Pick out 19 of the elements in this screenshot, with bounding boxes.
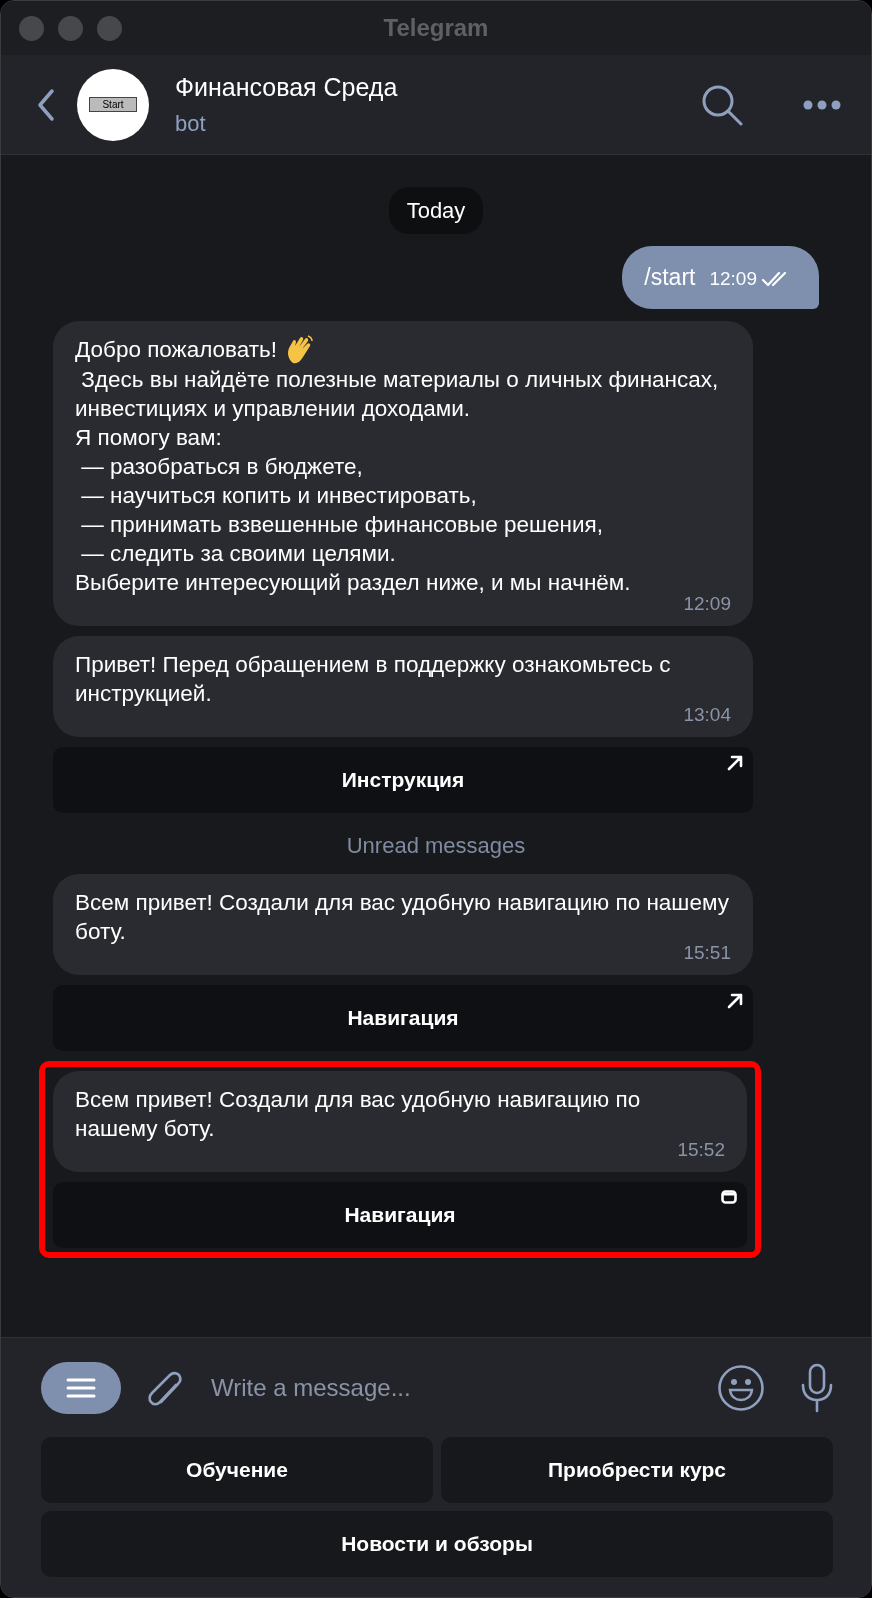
message-time: 13:04 bbox=[683, 702, 731, 727]
message-text: Привет! Перед обращением в поддержку ознакомьтесь с инструкцией. bbox=[75, 650, 672, 708]
inline-button[interactable]: Инструкция bbox=[53, 746, 753, 813]
message-time: 15:52 bbox=[677, 1137, 725, 1162]
inline-button[interactable]: Навигация bbox=[53, 1181, 747, 1248]
window-title: Telegram bbox=[383, 13, 489, 43]
date-badge: Today bbox=[388, 187, 484, 234]
message-text: Всем привет! Создали для вас удобную навигацию по нашему боту. bbox=[75, 1085, 642, 1143]
inline-button[interactable]: Навигация bbox=[53, 984, 753, 1051]
message-greeting: Добро пожаловать! bbox=[75, 336, 278, 364]
chat-title: Финансовая Среда bbox=[175, 72, 399, 104]
chat-subtitle: bot bbox=[175, 109, 207, 138]
avatar-label: Start bbox=[89, 97, 137, 112]
keyboard-button[interactable]: Новости и обзоры bbox=[41, 1511, 833, 1577]
message-text: /start bbox=[644, 263, 696, 292]
message-time: 12:09 bbox=[709, 267, 757, 291]
keyboard-button[interactable]: Обучение bbox=[41, 1437, 433, 1503]
unread-divider: Unread messages bbox=[346, 831, 526, 860]
keyboard-button[interactable]: Приобрести курс bbox=[441, 1437, 833, 1503]
